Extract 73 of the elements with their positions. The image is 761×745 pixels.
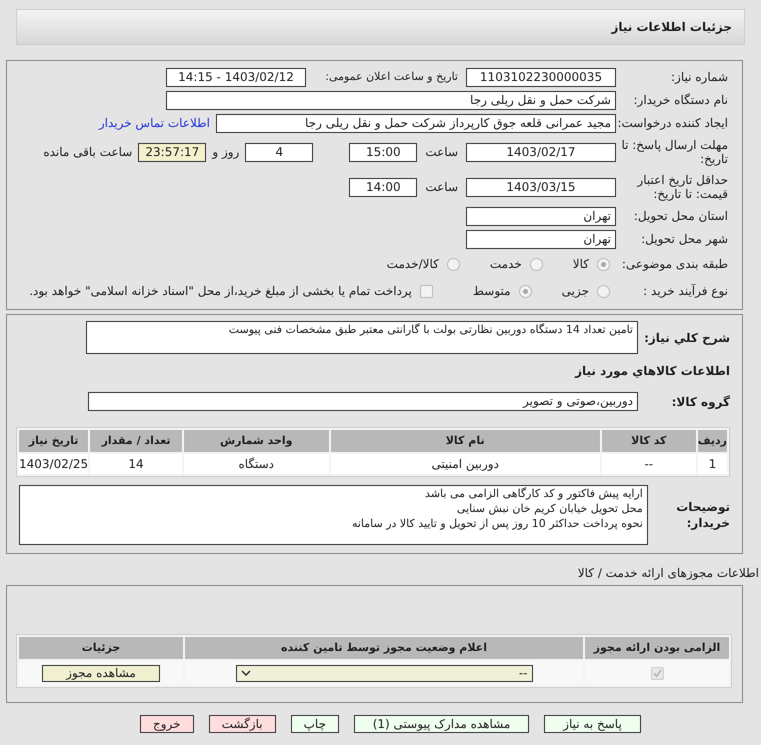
- column-header: جزئیات: [19, 637, 183, 659]
- deadline-date-field: 1403/02/17: [466, 142, 616, 162]
- section-title: اطلاعات کالاهاي مورد نیاز: [574, 363, 730, 380]
- goods-group-field: دوربین،صوتی و تصویر: [88, 392, 638, 411]
- field-label: روز و: [210, 144, 240, 161]
- table-cell: 1: [698, 454, 727, 474]
- view-permit-button[interactable]: مشاهده مجوز: [42, 664, 160, 682]
- table-cell: دستگاه: [184, 454, 329, 474]
- page-header: جزئیات اطلاعات نیاز: [16, 9, 745, 45]
- field-label: ساعت: [424, 179, 459, 196]
- column-header: نام کالا: [330, 430, 600, 452]
- field-label: طبقه بندی موضوعی:: [620, 257, 728, 271]
- field-label: حداقل تاریخ اعتبار قیمت: تا تاریخ:: [636, 173, 728, 201]
- table-cell: 1403/02/25: [19, 454, 88, 474]
- table-cell: 14: [90, 454, 182, 474]
- contact-link[interactable]: اطلاعات تماس خریدار: [98, 114, 216, 132]
- announce-date-field: 1403/02/12 - 14:15: [166, 68, 306, 86]
- buyer-field: شرکت حمل و نقل ریلی رجا: [166, 90, 616, 110]
- action-button[interactable]: بازگشت: [208, 715, 276, 733]
- need-number-field: 1103102230000035: [466, 68, 616, 86]
- field-label: ایجاد کننده درخواست:: [616, 116, 728, 130]
- field-label: استان محل تحویل:: [632, 209, 728, 223]
- field-label: شهر محل تحویل:: [640, 232, 728, 246]
- field-label: نوع فرآیند خرید :: [642, 284, 728, 298]
- column-header: تاریخ نیاز: [19, 430, 88, 452]
- description-field: تامین تعداد 14 دستگاه دوربین نظارتی بولت با گارانتی معتبر طبق مشخصات فنی پیوست: [86, 321, 638, 354]
- table-cell: دوربین امنیتی: [330, 454, 600, 474]
- radio-button[interactable]: [530, 258, 543, 270]
- field-label: توضیحات خریدار:: [675, 499, 730, 531]
- days-field: 4: [245, 142, 314, 162]
- checkbox[interactable]: [420, 284, 433, 298]
- field-label: مهلت ارسال پاسخ: تا تاریخ:: [620, 138, 728, 166]
- radio-label: جزیی: [562, 283, 589, 300]
- column-header: کد کالا: [602, 430, 696, 452]
- check-icon: [652, 668, 662, 678]
- action-button[interactable]: خروج: [140, 715, 194, 733]
- radio-button[interactable]: [597, 258, 610, 270]
- radio-label: کالا/خدمت: [386, 256, 439, 273]
- field-label: شرح کلي نیاز:: [643, 330, 730, 347]
- radio-button[interactable]: [446, 258, 460, 270]
- column-header: تعداد / مقدار: [90, 430, 182, 452]
- validity-time-field: 14:00: [349, 178, 418, 196]
- status-dropdown[interactable]: --: [236, 664, 532, 682]
- checkbox-label: پرداخت تمام یا بخشی از مبلغ خرید،از محل "اسناد خزانه اسلامی" خواهد بود.: [29, 283, 412, 300]
- column-header: واحد شمارش: [184, 430, 329, 452]
- table-cell: --: [602, 454, 696, 474]
- field-label: نام دستگاه خریدار:: [632, 93, 728, 107]
- field-label: ساعت: [424, 144, 459, 161]
- radio-label: متوسط: [472, 283, 511, 300]
- province-field: تهران: [466, 206, 616, 226]
- action-button[interactable]: چاپ: [290, 715, 339, 733]
- radio-button[interactable]: [518, 284, 532, 298]
- field-label: تاریخ و ساعت اعلان عمومی:: [324, 68, 459, 85]
- notes-field: ارایه پیش فاکتور و کد کارگاهی الزامی می باشد محل تحویل خیابان کریم خان نبش سنایی نحوه پرداخت حداکثر 10 روز پس از تحویل و تایید کالا در سامانه: [19, 485, 648, 545]
- action-button[interactable]: مشاهده مدارک پیوستی (1): [354, 715, 529, 733]
- checkbox[interactable]: [650, 666, 664, 680]
- action-button[interactable]: پاسخ به نیاز: [544, 715, 641, 733]
- remaining-time-field: 23:57:17: [138, 142, 206, 162]
- column-header: اعلام وضعیت مجوز توسط تامین کننده: [185, 637, 583, 659]
- requester-field: مجید عمرانی قلعه جوق کارپرداز شرکت حمل و نقل ریلی رجا: [216, 114, 616, 132]
- field-label: گروه کالا:: [670, 394, 730, 410]
- radio-label: کالا: [572, 256, 589, 273]
- column-header: الزامی بودن ارائه مجوز: [585, 637, 729, 659]
- validity-date-field: 1403/03/15: [466, 178, 616, 196]
- field-label: شماره نیاز:: [670, 70, 728, 84]
- chevron-down-icon: [240, 670, 250, 676]
- radio-label: خدمت: [490, 256, 522, 273]
- city-field: تهران: [466, 230, 616, 248]
- column-header: ردیف: [698, 430, 727, 452]
- radio-button[interactable]: [597, 284, 610, 298]
- section-title: اطلاعات مجوزهای ارائه خدمت / کالا: [576, 565, 760, 582]
- field-label: ساعت باقی مانده: [43, 144, 134, 161]
- deadline-time-field: 15:00: [349, 142, 418, 162]
